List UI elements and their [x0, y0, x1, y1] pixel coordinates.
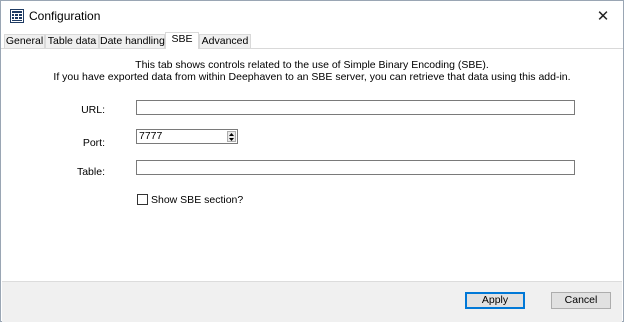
tab-general[interactable]: General: [4, 34, 45, 48]
sbe-tab-panel: This tab shows controls related to the u…: [2, 49, 622, 281]
tab-table-data[interactable]: Table data: [45, 34, 99, 48]
apply-button[interactable]: Apply: [465, 292, 525, 309]
description-line-1: This tab shows controls related to the u…: [135, 59, 489, 71]
port-stepper[interactable]: 7777: [136, 129, 238, 144]
spin-down-icon[interactable]: [228, 137, 235, 141]
tab-date-handling[interactable]: Date handling: [99, 34, 165, 48]
title-bar[interactable]: Configuration ✕: [1, 1, 623, 31]
close-icon: ✕: [596, 8, 610, 25]
show-sbe-checkbox[interactable]: [137, 194, 148, 205]
url-input[interactable]: [136, 100, 575, 115]
tab-strip: General Table data Date handling SBE Adv…: [1, 32, 623, 49]
configuration-window: Configuration ✕ General Table data Date …: [0, 0, 624, 322]
table-label: Table:: [76, 166, 105, 178]
show-sbe-label[interactable]: Show SBE section?: [151, 194, 243, 206]
tab-advanced[interactable]: Advanced: [199, 34, 251, 48]
tab-description: This tab shows controls related to the u…: [2, 59, 622, 83]
table-input[interactable]: [136, 160, 575, 175]
port-value: 7777: [139, 130, 163, 142]
port-spin-buttons[interactable]: [227, 131, 236, 142]
grid-icon: [10, 9, 24, 23]
spin-up-icon[interactable]: [228, 132, 235, 136]
window-title: Configuration: [29, 9, 101, 23]
url-label: URL:: [81, 104, 105, 116]
close-button[interactable]: ✕: [583, 1, 623, 31]
cancel-button[interactable]: Cancel: [551, 292, 611, 309]
dialog-footer: Apply Cancel: [2, 281, 622, 322]
description-line-2: If you have exported data from within De…: [53, 71, 571, 83]
tab-sbe[interactable]: SBE: [165, 32, 199, 49]
port-label: Port:: [82, 137, 105, 149]
